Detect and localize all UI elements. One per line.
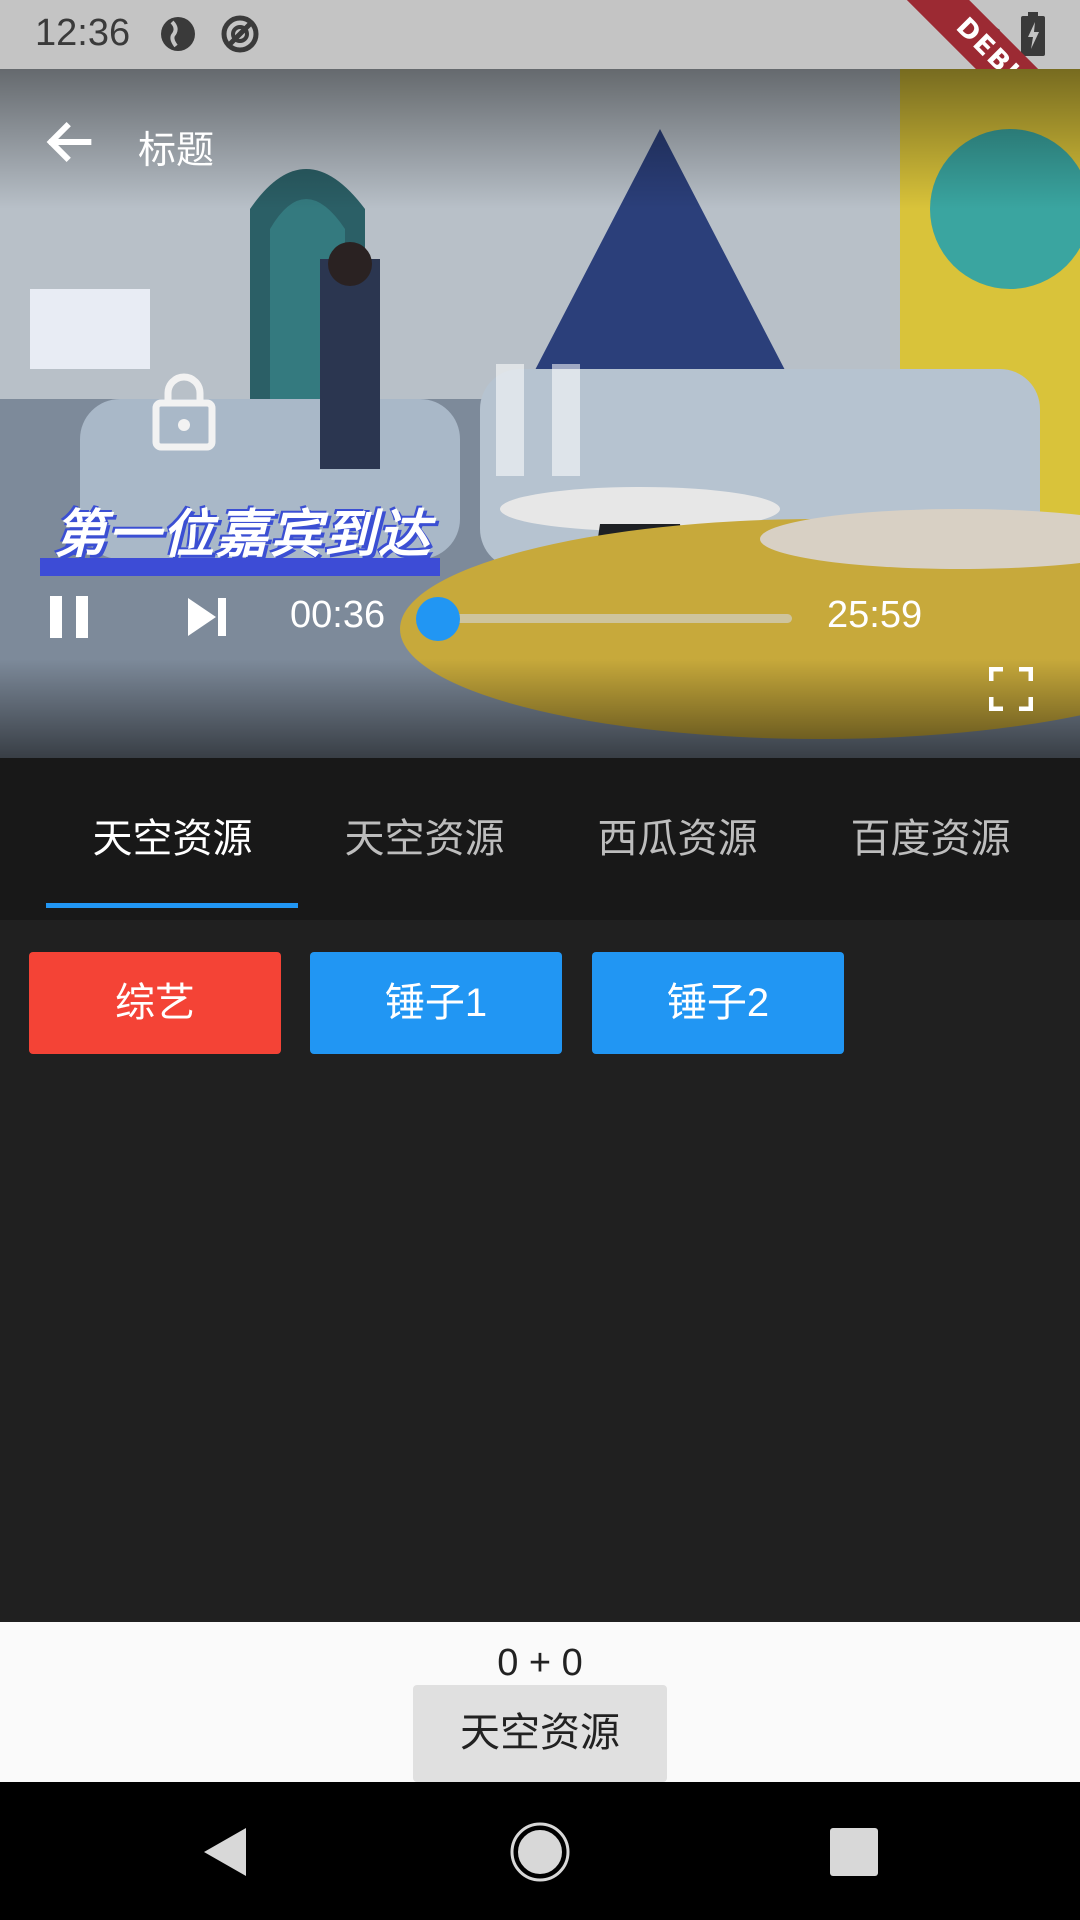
tab-2[interactable]: 西瓜资源 — [551, 758, 804, 908]
center-pause-icon[interactable] — [492, 364, 584, 476]
back-arrow-icon[interactable] — [40, 113, 98, 171]
fullscreen-icon[interactable] — [989, 667, 1033, 711]
system-nav-bar — [0, 1782, 1080, 1920]
caption-text: 第一位嘉宾到达 — [54, 506, 433, 564]
bottom-panel: 0 + 0 天空资源 — [0, 1622, 1080, 1782]
earth-icon — [161, 17, 195, 51]
pause-icon[interactable] — [48, 594, 90, 640]
chip-hammer-1[interactable]: 锤子1 — [310, 952, 562, 1054]
total-time: 25:59 — [827, 594, 923, 636]
tab-0[interactable]: 天空资源 — [46, 758, 299, 908]
progress-bar[interactable] — [416, 597, 792, 641]
source-tabs: 天空资源 天空资源 西瓜资源 百度资源 — [0, 758, 1080, 920]
current-time: 00:36 — [290, 594, 386, 636]
player-controls-gradient — [0, 659, 1080, 758]
video-player[interactable]: 标题 第一位嘉宾到达 — [0, 69, 1080, 758]
source-button[interactable]: 天空资源 — [413, 1685, 667, 1782]
chip-hammer-2[interactable]: 锤子2 — [592, 952, 844, 1054]
player-title: 标题 — [138, 130, 215, 172]
no-disturb-icon — [221, 15, 259, 53]
video-caption: 第一位嘉宾到达 — [40, 474, 450, 584]
status-bar: 12:36 DEBUG — [0, 0, 1080, 184]
lock-icon[interactable] — [150, 369, 218, 451]
back-triangle-icon[interactable] — [196, 1822, 256, 1882]
home-circle-icon[interactable] — [510, 1822, 570, 1882]
counter-text: 0 + 0 — [497, 1642, 583, 1684]
skip-next-icon[interactable] — [186, 596, 228, 638]
recents-square-icon[interactable] — [824, 1822, 884, 1882]
tab-indicator — [46, 903, 298, 908]
status-time: 12:36 — [35, 12, 131, 54]
tab-1[interactable]: 天空资源 — [298, 758, 551, 908]
progress-thumb[interactable] — [416, 597, 461, 641]
chip-variety[interactable]: 综艺 — [29, 952, 281, 1054]
tab-3[interactable]: 百度资源 — [804, 758, 1057, 908]
battery-icon — [1021, 12, 1045, 56]
